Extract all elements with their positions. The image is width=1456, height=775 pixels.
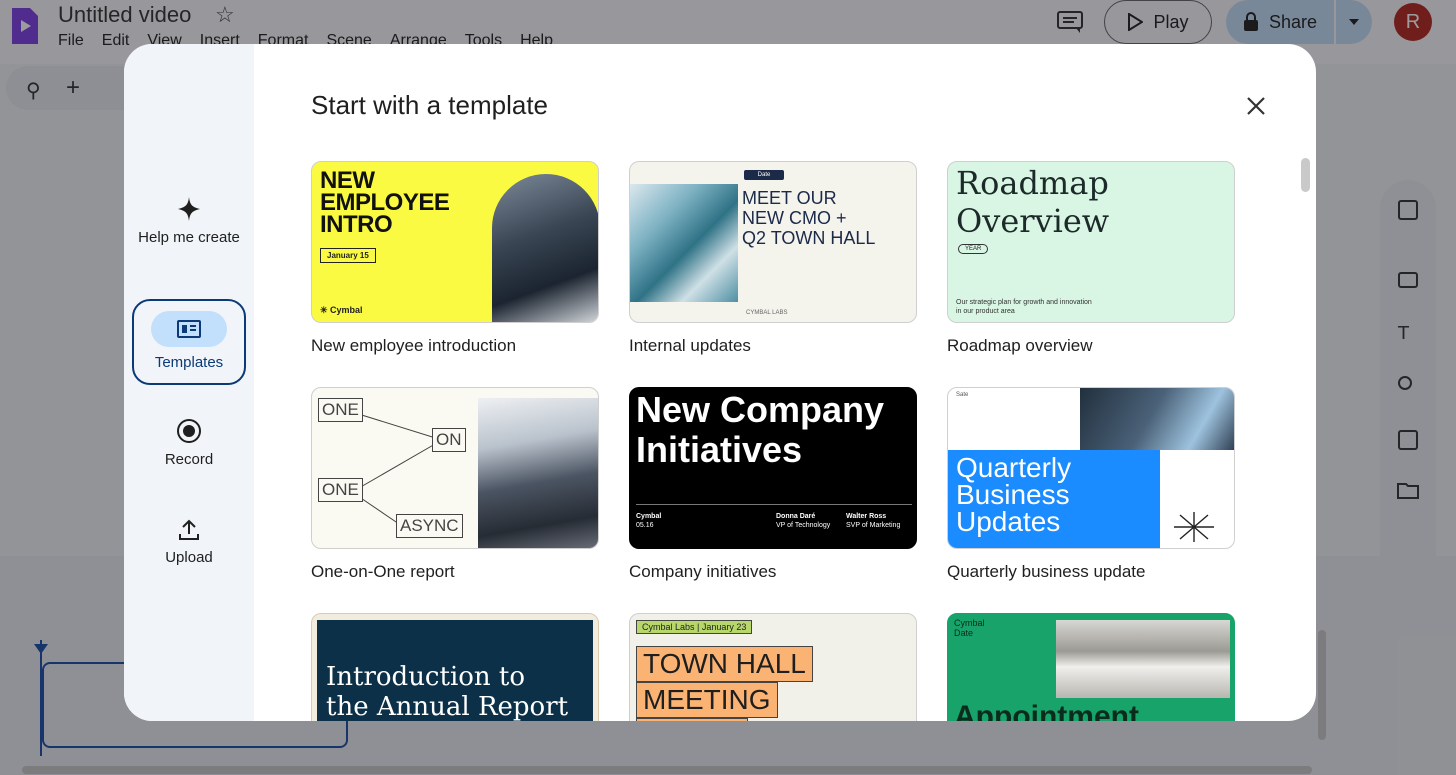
help-me-create-label: Help me create (138, 229, 240, 246)
close-icon[interactable] (1244, 94, 1268, 118)
card-photo (492, 174, 598, 322)
card-description: Our strategic plan for growth and innova… (956, 299, 1092, 315)
card-presenter-1: Donna Daré VP of Technology (776, 513, 831, 529)
template-card-one-on-one[interactable]: ONE ON ONE ASYNC (311, 387, 599, 549)
card-box: ON (432, 428, 466, 452)
card-title: Appointment (954, 700, 1139, 721)
sparkle-icon (178, 197, 200, 221)
dialog-main: Start with a template NEW EMPLOYEE INTRO… (254, 44, 1316, 721)
card-photo (1080, 388, 1234, 450)
templates-item[interactable]: Templates (132, 299, 246, 385)
template-card-appointment[interactable]: Cymbal Date Appointment (947, 613, 1235, 721)
dialog-scrollbar[interactable] (1301, 158, 1310, 192)
card-photo (630, 184, 738, 302)
card-presenter-2: Walter Ross SVP of Marketing (846, 513, 901, 529)
template-caption-one-on-one: One-on-One report (311, 562, 455, 581)
template-card-new-employee[interactable]: NEW EMPLOYEE INTRO January 15 ✳ Cymbal (311, 161, 599, 323)
template-dialog: Help me create Templates Record Upload S… (124, 44, 1316, 721)
card-title: Introduction to the Annual Report (326, 662, 569, 721)
card-title-line-2: MEETING (636, 682, 778, 718)
starburst-icon (1174, 512, 1214, 542)
card-title: NEW EMPLOYEE INTRO (320, 167, 450, 238)
card-title: Roadmap Overview (956, 164, 1110, 240)
template-card-town-hall[interactable]: Cymbal Labs | January 23 TOWN HALL MEETI… (629, 613, 917, 721)
templates-pill (151, 311, 227, 347)
record-item[interactable]: Record (132, 418, 246, 469)
upload-item[interactable]: Upload (132, 518, 246, 567)
template-card-internal-updates[interactable]: Date MEET OUR NEW CMO + Q2 TOWN HALL CYM… (629, 161, 917, 323)
template-caption-internal-updates: Internal updates (629, 336, 751, 355)
card-footer: CYMBAL LABS (746, 310, 788, 316)
card-small-label: Sate (956, 392, 969, 398)
card-date: January 15 (320, 248, 376, 263)
upload-label: Upload (165, 549, 213, 566)
template-caption-quarterly: Quarterly business update (947, 562, 1146, 581)
templates-label: Templates (154, 354, 224, 371)
card-box: ASYNC (396, 514, 463, 538)
template-card-company-initiatives[interactable]: New Company Initiatives Cymbal 05.16 Don… (629, 387, 917, 549)
card-date-tag: Date (744, 170, 784, 180)
dialog-sidebar: Help me create Templates Record Upload (124, 44, 254, 721)
card-box: ONE (318, 398, 363, 422)
card-title-block (636, 718, 748, 721)
card-brand: ✳ Cymbal (320, 305, 363, 315)
card-title-line-1: TOWN HALL (636, 646, 813, 682)
card-tag: Cymbal Labs | January 23 (636, 620, 753, 634)
templates-icon (177, 320, 201, 338)
card-title: New Company Initiatives (636, 389, 885, 470)
record-label: Record (164, 451, 214, 468)
card-title: MEET OUR NEW CMO + Q2 TOWN HALL (742, 188, 876, 248)
card-title: Quarterly Business Updates (956, 452, 1072, 537)
record-icon (177, 419, 201, 443)
template-card-quarterly[interactable]: Sate Quarterly Business Updates (947, 387, 1235, 549)
card-photo (1056, 620, 1230, 698)
upload-icon (179, 519, 199, 540)
dialog-heading: Start with a template (311, 90, 548, 120)
card-year: YEAR (958, 244, 989, 254)
help-me-create-item[interactable]: Help me create (132, 196, 246, 247)
template-card-roadmap[interactable]: Roadmap Overview YEAR Our strategic plan… (947, 161, 1235, 323)
card-box: ONE (318, 478, 363, 502)
card-brand-date: Cymbal 05.16 (636, 513, 662, 529)
card-divider (636, 504, 912, 505)
card-tag: Cymbal Date (954, 618, 985, 638)
template-caption-new-employee: New employee introduction (311, 336, 517, 355)
template-card-annual-report[interactable]: Introduction to the Annual Report (311, 613, 599, 721)
template-caption-company-initiatives: Company initiatives (629, 562, 777, 581)
template-caption-roadmap: Roadmap overview (947, 336, 1093, 355)
card-photo (478, 398, 598, 548)
